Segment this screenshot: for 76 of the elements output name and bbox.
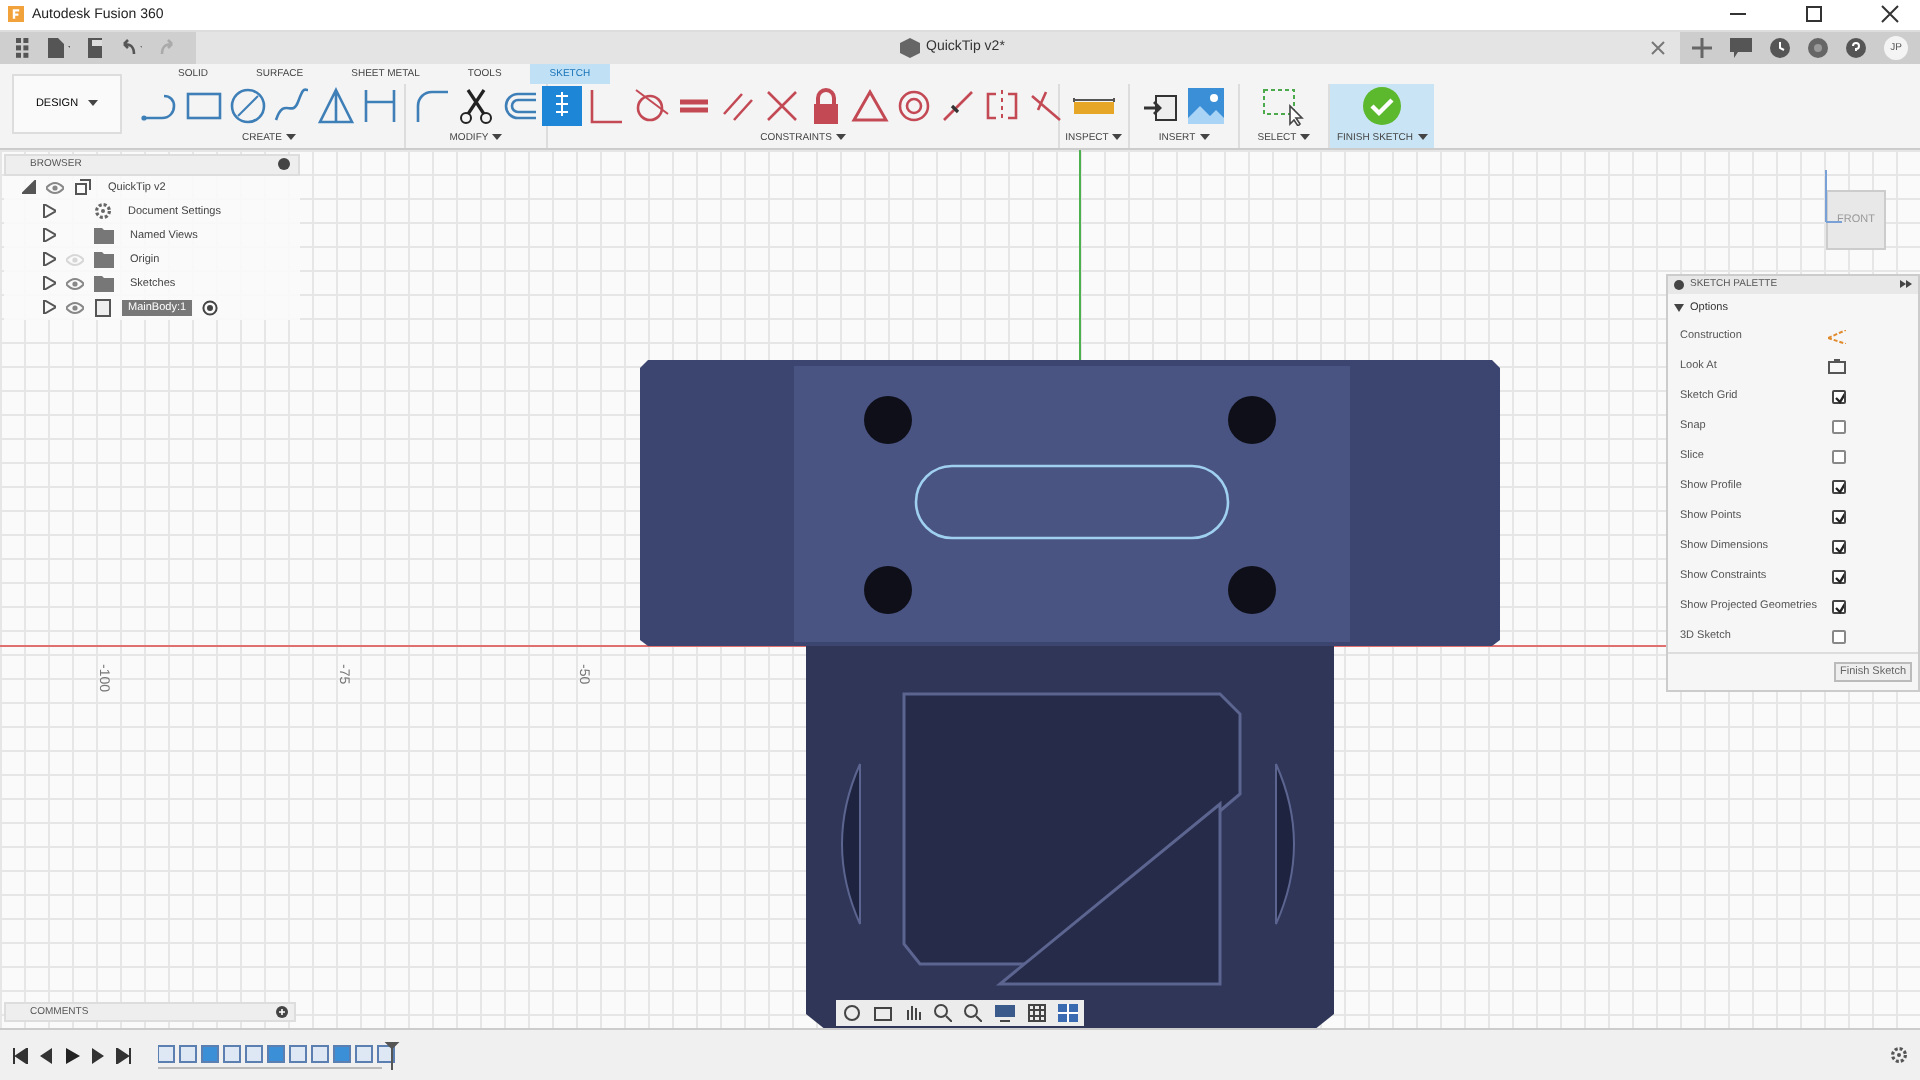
checkbox[interactable]	[1832, 599, 1846, 614]
plus-icon[interactable]	[1692, 37, 1712, 58]
checkbox[interactable]	[1832, 449, 1846, 464]
circle-icon[interactable]	[227, 85, 267, 126]
skip-end-icon[interactable]	[116, 1047, 132, 1064]
checkbox[interactable]	[1832, 569, 1846, 584]
expand-triangle-icon[interactable]	[42, 276, 56, 291]
timeline-features-drawing[interactable]	[158, 1041, 402, 1070]
slot-sketch[interactable]	[914, 464, 1230, 540]
component-icon	[74, 178, 92, 197]
expand-triangle-icon[interactable]	[42, 252, 56, 267]
history-icon[interactable]	[1770, 37, 1790, 58]
checkbox[interactable]	[1832, 539, 1846, 554]
pin-icon[interactable]	[278, 158, 290, 171]
checkbox[interactable]	[1832, 479, 1846, 494]
caret-icon	[1417, 134, 1428, 141]
step-forward-icon[interactable]	[90, 1047, 106, 1064]
caret-icon	[88, 100, 99, 107]
look-at-icon[interactable]	[874, 1004, 892, 1023]
look-at-icon[interactable]	[1828, 358, 1846, 375]
save-icon[interactable]	[87, 37, 103, 58]
caret-icon	[492, 134, 503, 141]
collapse-triangle-icon[interactable]	[1674, 303, 1684, 312]
caret-icon	[1199, 134, 1210, 141]
grid-icon[interactable]	[1028, 1004, 1046, 1023]
chat-icon[interactable]	[1730, 37, 1752, 58]
sketch-text-tool-icon[interactable]	[541, 85, 581, 126]
eye-icon[interactable]	[66, 277, 84, 290]
file-icon[interactable]	[48, 37, 70, 58]
check-icon[interactable]	[1362, 85, 1402, 126]
select-icon[interactable]	[1262, 85, 1306, 126]
zoom-icon[interactable]	[934, 1004, 952, 1023]
scissors-icon[interactable]	[456, 85, 496, 126]
notification-icon[interactable]	[1808, 37, 1828, 58]
gear-icon	[94, 202, 112, 221]
expand-triangle-icon[interactable]	[42, 204, 56, 219]
caret-icon	[285, 134, 296, 141]
checkbox[interactable]	[1832, 629, 1846, 644]
skip-start-icon[interactable]	[12, 1047, 28, 1064]
step-back-icon[interactable]	[38, 1047, 54, 1064]
apps-grid-icon[interactable]	[16, 37, 31, 58]
play-icon[interactable]	[64, 1047, 80, 1064]
fit-icon[interactable]	[964, 1004, 982, 1023]
caret-icon	[835, 134, 846, 141]
fillet-icon[interactable]	[412, 85, 452, 126]
settings-icon[interactable]	[1890, 1046, 1908, 1065]
orbit-icon[interactable]	[842, 1004, 862, 1023]
checkbox[interactable]	[1832, 419, 1846, 434]
crossing-lines-icon[interactable]	[761, 85, 801, 126]
triangle-icon[interactable]	[315, 85, 355, 126]
display-icon[interactable]	[994, 1004, 1016, 1023]
radio-icon[interactable]	[202, 299, 219, 316]
expand-icon[interactable]	[1900, 280, 1912, 289]
expand-triangle-icon[interactable]	[22, 180, 36, 195]
pin-icon[interactable]	[1674, 279, 1684, 290]
close-tab-icon[interactable]	[1650, 39, 1667, 56]
checkbox[interactable]	[1832, 509, 1846, 524]
concentric-icon[interactable]	[893, 85, 933, 126]
caret-icon	[1300, 134, 1311, 141]
expand-triangle-icon[interactable]	[42, 300, 56, 315]
maximize-icon[interactable]	[1804, 4, 1824, 25]
triangle-icon[interactable]	[849, 85, 889, 126]
close-icon[interactable]	[1880, 4, 1900, 25]
checkbox[interactable]	[1832, 389, 1846, 404]
dimension-icon[interactable]	[359, 85, 399, 126]
cube-icon	[900, 37, 920, 58]
spline-icon[interactable]	[271, 85, 311, 126]
perpendicular-icon[interactable]	[585, 85, 625, 126]
viewports-icon[interactable]	[1058, 1004, 1078, 1023]
expand-triangle-icon[interactable]	[42, 228, 56, 243]
caret-icon	[1112, 134, 1123, 141]
eye-icon[interactable]	[46, 181, 64, 194]
help-icon[interactable]	[1846, 37, 1866, 58]
add-comment-icon[interactable]	[276, 1006, 288, 1019]
eye-icon[interactable]	[66, 301, 84, 314]
viewcube-axes-icon	[1822, 165, 1842, 226]
